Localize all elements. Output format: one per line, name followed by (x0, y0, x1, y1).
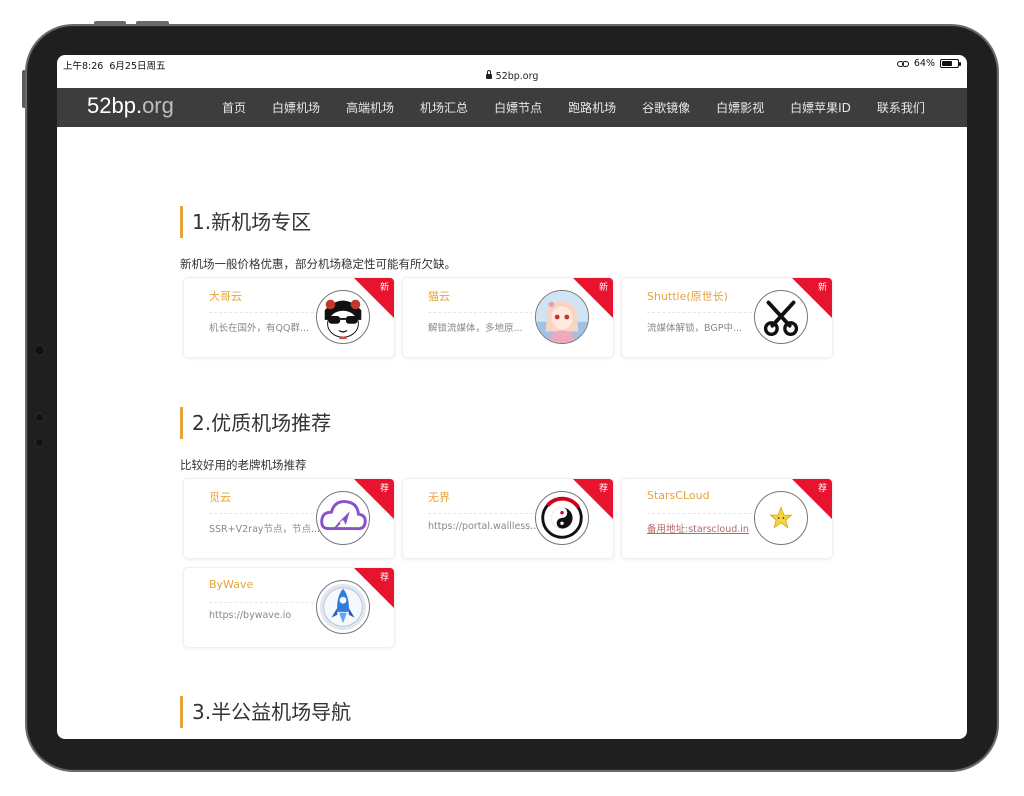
nav-item-airport-summary[interactable]: 机场汇总 (420, 99, 468, 116)
section-title-recommended: 2.优质机场推荐 (180, 407, 331, 439)
card-desc: https://bywave.io (209, 610, 292, 621)
badge-text: 新 (598, 283, 608, 293)
card-title[interactable]: StarsCLoud (647, 489, 710, 502)
airport-card[interactable]: 无界 https://portal.wallless.xyz/ 荐 (402, 478, 614, 559)
badge-text: 新 (379, 283, 389, 293)
badge-text: 荐 (817, 484, 827, 494)
badge-text: 荐 (379, 573, 389, 583)
sensor-icon (35, 438, 44, 447)
nav-menu: 首页 白嫖机场 高端机场 机场汇总 白嫖节点 跑路机场 谷歌镜像 白嫖影视 白嫖… (222, 88, 951, 127)
logo-tld: org (142, 93, 174, 118)
logo-main: 52bp. (87, 93, 143, 118)
nav-item-home[interactable]: 首页 (222, 99, 246, 116)
divider (428, 513, 543, 514)
screen: 上午8:26 6月25日周五 64% 52bp.org 52bp.org 首页 … (57, 55, 967, 739)
nav-item-free-nodes[interactable]: 白嫖节点 (494, 99, 542, 116)
sensor-icon (35, 413, 44, 422)
lock-icon (485, 70, 492, 79)
divider (209, 602, 324, 603)
airport-card[interactable]: ByWave https://bywave.io 荐 (183, 567, 395, 648)
section-title-new: 1.新机场专区 (180, 206, 311, 238)
card-title[interactable]: 大哥云 (209, 288, 242, 304)
airport-card[interactable]: 大哥云 机长在国外，有QQ群... 新 (183, 277, 395, 358)
section-desc-recommended: 比较好用的老牌机场推荐 (180, 458, 307, 472)
nav-item-google-mirror[interactable]: 谷歌镜像 (642, 99, 690, 116)
nav-item-contact[interactable]: 联系我们 (877, 99, 925, 116)
card-desc: 流媒体解锁，BGP中... (647, 323, 743, 334)
nav-item-free-airports[interactable]: 白嫖机场 (272, 99, 320, 116)
airport-card[interactable]: 猫云 解锁流媒体，多地原... 新 (402, 277, 614, 358)
divider (428, 312, 543, 313)
nav-item-runaway-airports[interactable]: 跑路机场 (568, 99, 616, 116)
badge-text: 新 (817, 283, 827, 293)
nav-item-free-movies[interactable]: 白嫖影视 (716, 99, 764, 116)
nav-item-free-apple-id[interactable]: 白嫖苹果ID (790, 99, 851, 116)
status-bar: 上午8:26 6月25日周五 64% (57, 55, 967, 72)
card-desc: 解锁流媒体，多地原... (428, 323, 523, 334)
section-desc-new: 新机场一般价格优惠，部分机场稳定性可能有所欠缺。 (180, 257, 456, 271)
url-text: 52bp.org (495, 71, 539, 82)
divider (647, 513, 762, 514)
section-title-semi-charity: 3.半公益机场导航 (180, 696, 351, 728)
battery-icon (940, 59, 961, 68)
card-title[interactable]: 无界 (428, 489, 450, 505)
camera-icon (34, 345, 45, 356)
status-time: 上午8:26 6月25日周五 (63, 58, 166, 72)
status-right: 64% (896, 58, 961, 69)
divider (209, 312, 324, 313)
airport-card[interactable]: Shuttle(原世长) 流媒体解锁，BGP中... 新 (621, 277, 833, 358)
card-desc: https://portal.wallless.xyz/ (428, 521, 546, 532)
address-bar[interactable]: 52bp.org (57, 70, 967, 88)
link-icon (896, 60, 909, 67)
card-title[interactable]: Shuttle(原世长) (647, 288, 728, 304)
badge-text: 荐 (598, 484, 608, 494)
nav-item-premium-airports[interactable]: 高端机场 (346, 99, 394, 116)
card-title[interactable]: 猫云 (428, 288, 450, 304)
divider (647, 312, 762, 313)
main-content: 1.新机场专区 新机场一般价格优惠，部分机场稳定性可能有所欠缺。 大哥云 机长在… (57, 127, 967, 739)
card-desc: 机长在国外，有QQ群... (209, 323, 310, 334)
site-logo[interactable]: 52bp.org (87, 93, 174, 119)
card-desc: SSR+V2ray节点，节点... (209, 524, 321, 535)
divider (209, 513, 324, 514)
airport-card[interactable]: 觅云 SSR+V2ray节点，节点... 荐 (183, 478, 395, 559)
battery-percent: 64% (913, 58, 935, 69)
badge-text: 荐 (379, 484, 389, 494)
airport-card[interactable]: StarsCLoud 备用地址:starscloud.in 荐 (621, 478, 833, 559)
card-title[interactable]: 觅云 (209, 489, 231, 505)
card-title[interactable]: ByWave (209, 578, 253, 591)
card-link[interactable]: 备用地址:starscloud.in (647, 521, 749, 535)
site-navbar: 52bp.org 首页 白嫖机场 高端机场 机场汇总 白嫖节点 跑路机场 谷歌镜… (57, 88, 967, 127)
